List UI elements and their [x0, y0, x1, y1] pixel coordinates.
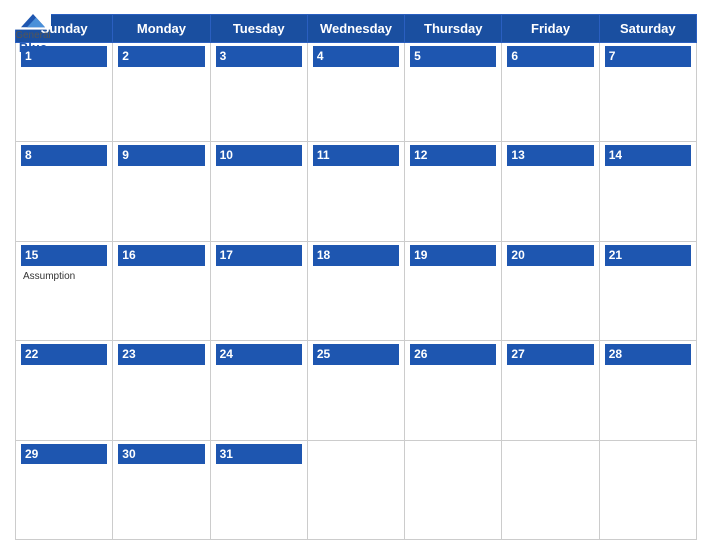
- day-cell: 1: [16, 43, 113, 142]
- week-row-3: 15 Assumption 16 17 18 19 20 21: [16, 241, 697, 340]
- day-number: 4: [313, 46, 399, 67]
- day-cell: [405, 440, 502, 539]
- day-number: 5: [410, 46, 496, 67]
- day-cell: 23: [113, 341, 210, 440]
- day-cell: 11: [307, 142, 404, 241]
- day-number: 15: [21, 245, 107, 266]
- week-row-2: 89 10 11 12 13 14: [16, 142, 697, 241]
- day-cell: 26: [405, 341, 502, 440]
- day-cell: 19: [405, 241, 502, 340]
- day-number: 16: [118, 245, 204, 266]
- day-cell: 25: [307, 341, 404, 440]
- day-number: 6: [507, 46, 593, 67]
- day-number: 10: [216, 145, 302, 166]
- day-number: 17: [216, 245, 302, 266]
- logo-icon: [15, 10, 51, 30]
- day-number: 18: [313, 245, 399, 266]
- day-cell: 29: [16, 440, 113, 539]
- day-cell: [307, 440, 404, 539]
- day-number: 28: [605, 344, 691, 365]
- event-label: Assumption: [21, 269, 77, 282]
- day-number: 25: [313, 344, 399, 365]
- day-number: 3: [216, 46, 302, 67]
- day-cell: 18: [307, 241, 404, 340]
- day-number: 9: [118, 145, 204, 166]
- day-cell: 22: [16, 341, 113, 440]
- day-number: 26: [410, 344, 496, 365]
- day-cell: 16: [113, 241, 210, 340]
- day-cell: 21: [599, 241, 696, 340]
- day-cell: 10: [210, 142, 307, 241]
- day-number: 23: [118, 344, 204, 365]
- day-cell: 28: [599, 341, 696, 440]
- day-number: 13: [507, 145, 593, 166]
- day-number: 27: [507, 344, 593, 365]
- weekday-header-monday: Monday: [113, 15, 210, 43]
- day-number: 12: [410, 145, 496, 166]
- day-cell: 5: [405, 43, 502, 142]
- day-cell: 20: [502, 241, 599, 340]
- day-cell: 30: [113, 440, 210, 539]
- day-cell: 8: [16, 142, 113, 241]
- day-cell: 9: [113, 142, 210, 241]
- day-number: 2: [118, 46, 204, 67]
- day-number: 21: [605, 245, 691, 266]
- day-number: 24: [216, 344, 302, 365]
- day-cell: 3: [210, 43, 307, 142]
- day-number: 30: [118, 444, 204, 465]
- day-cell: [599, 440, 696, 539]
- day-cell: 13: [502, 142, 599, 241]
- day-cell: 17: [210, 241, 307, 340]
- day-cell: 12: [405, 142, 502, 241]
- day-number: 20: [507, 245, 593, 266]
- day-number: 31: [216, 444, 302, 465]
- week-row-5: 29 30 31: [16, 440, 697, 539]
- weekday-header-tuesday: Tuesday: [210, 15, 307, 43]
- day-number: 29: [21, 444, 107, 465]
- day-cell: 14: [599, 142, 696, 241]
- day-cell: 27: [502, 341, 599, 440]
- calendar-table: SundayMondayTuesdayWednesdayThursdayFrid…: [15, 14, 697, 540]
- day-number: 22: [21, 344, 107, 365]
- day-cell: 2: [113, 43, 210, 142]
- weekday-header-row: SundayMondayTuesdayWednesdayThursdayFrid…: [16, 15, 697, 43]
- day-number: 19: [410, 245, 496, 266]
- day-cell: 6: [502, 43, 599, 142]
- day-number: 14: [605, 145, 691, 166]
- weekday-header-wednesday: Wednesday: [307, 15, 404, 43]
- week-row-4: 22 23 24 25 26 27 28: [16, 341, 697, 440]
- weekday-header-friday: Friday: [502, 15, 599, 43]
- day-cell: 15 Assumption: [16, 241, 113, 340]
- day-cell: 7: [599, 43, 696, 142]
- logo-blue: Blue: [19, 41, 47, 55]
- weekday-header-thursday: Thursday: [405, 15, 502, 43]
- weekday-header-saturday: Saturday: [599, 15, 696, 43]
- day-number: 11: [313, 145, 399, 166]
- day-cell: 24: [210, 341, 307, 440]
- day-cell: [502, 440, 599, 539]
- day-cell: 31: [210, 440, 307, 539]
- day-number: 8: [21, 145, 107, 166]
- day-cell: 4: [307, 43, 404, 142]
- logo: General Blue: [15, 10, 51, 55]
- day-number: 7: [605, 46, 691, 67]
- week-row-1: 1234567: [16, 43, 697, 142]
